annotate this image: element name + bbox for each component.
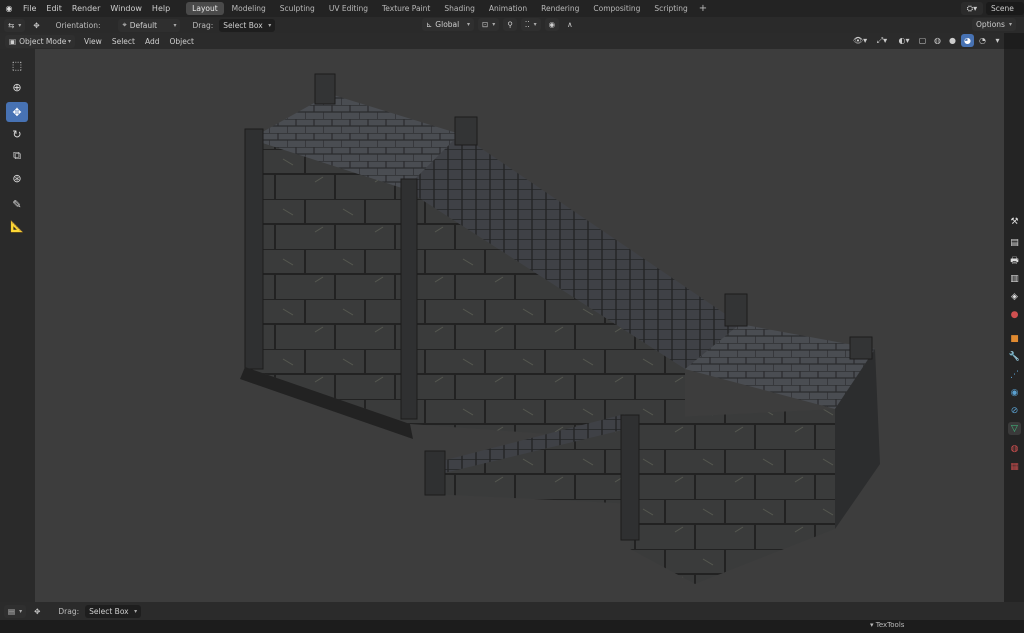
rendered-shading-icon[interactable]: ◔: [976, 34, 989, 47]
menu-object[interactable]: Object: [164, 37, 198, 46]
snap-target-icon[interactable]: ⁚⁚ ▾: [520, 18, 541, 31]
menu-select[interactable]: Select: [107, 37, 140, 46]
drag-label: Drag:: [192, 20, 214, 30]
viewport-shading-controls: 👁▾ ⤢▾ ◐▾ ▢ ◍ ● ◕ ◔ ▾: [850, 34, 1004, 47]
tab-rendering[interactable]: Rendering: [535, 2, 585, 15]
falloff-icon[interactable]: ∧: [563, 18, 577, 31]
options-dropdown[interactable]: Options ▾: [972, 18, 1016, 31]
view-layer-icon[interactable]: ▥: [1008, 272, 1021, 285]
visibility-icon[interactable]: 👁▾: [850, 34, 870, 47]
stone-staircase-model: [240, 73, 880, 584]
scene-selector: ⛭▾ Scene: [961, 2, 1024, 15]
blender-logo-icon[interactable]: ◉: [0, 0, 18, 17]
editor-type-icon[interactable]: ⇆ ▾: [4, 18, 26, 32]
tool-shelf: ⬚ ⊕ ✥ ↻ ⧉ ⊛ ✎ 📐: [0, 49, 35, 602]
data-icon[interactable]: ▽: [1008, 422, 1021, 435]
constraints-icon[interactable]: ⊘: [1008, 404, 1021, 417]
orientation-axes-icon: ⌖: [122, 20, 127, 29]
scene-name-field[interactable]: Scene: [986, 2, 1024, 15]
measure-icon[interactable]: 📐: [6, 216, 28, 236]
menu-help[interactable]: Help: [147, 0, 175, 17]
cursor-icon[interactable]: ⊕: [6, 77, 28, 97]
textools-label: TexTools: [875, 621, 905, 629]
move-tool-icon[interactable]: ✥: [29, 19, 43, 32]
menu-view[interactable]: View: [79, 37, 107, 46]
bottom-tool-header: ▤ ▾ ✥ Drag: Select Box ▾: [0, 602, 1024, 620]
shading-options-icon[interactable]: ▾: [991, 34, 1004, 47]
tab-animation[interactable]: Animation: [483, 2, 533, 15]
bottom-move-tool-icon[interactable]: ✥: [30, 605, 44, 618]
particles-icon[interactable]: ⋰: [1008, 368, 1021, 381]
tab-layout[interactable]: Layout: [186, 2, 224, 15]
xray-icon[interactable]: ▢: [916, 34, 929, 47]
rotate-icon[interactable]: ↻: [6, 124, 28, 144]
3d-viewport[interactable]: [35, 49, 1004, 602]
wireframe-shading-icon[interactable]: ◍: [931, 34, 944, 47]
timeline-editor-icon[interactable]: ▤ ▾: [4, 604, 27, 618]
physics-icon[interactable]: ◉: [1008, 386, 1021, 399]
snap-toggle-icon[interactable]: ⚲: [503, 18, 517, 31]
transform-orientation-dropdown[interactable]: ⊾ Global ▾: [422, 18, 474, 31]
output-icon[interactable]: 🖶: [1008, 254, 1021, 267]
tab-sculpting[interactable]: Sculpting: [274, 2, 321, 15]
top-bar: ◉ File Edit Render Window Help Layout Mo…: [0, 0, 1024, 17]
bottom-drag-label: Drag:: [58, 606, 80, 616]
scene-properties-icon[interactable]: ◈: [1008, 290, 1021, 303]
add-workspace-icon[interactable]: +: [695, 3, 711, 14]
drag-dropdown[interactable]: Select Box ▾: [219, 18, 276, 32]
drag-value: Select Box: [223, 20, 263, 30]
menu-edit[interactable]: Edit: [41, 0, 67, 17]
modifier-icon[interactable]: 🔧: [1008, 350, 1021, 363]
orientation-value: Default: [129, 20, 158, 30]
transform-orientation-value: Global: [435, 20, 460, 29]
menu-window[interactable]: Window: [105, 0, 147, 17]
material-icon[interactable]: ◍: [1008, 442, 1021, 455]
overlays-icon[interactable]: ◐▾: [894, 34, 914, 47]
mode-dropdown[interactable]: ▣ Object Mode ▾: [5, 34, 75, 48]
pivot-point-icon[interactable]: ⊡ ▾: [478, 18, 500, 31]
annotate-icon[interactable]: ✎: [6, 194, 28, 214]
orientation-label: Orientation:: [55, 20, 101, 30]
tab-uv-editing[interactable]: UV Editing: [323, 2, 374, 15]
select-box-icon[interactable]: ⬚: [6, 55, 28, 75]
gizmo-icon[interactable]: ⤢▾: [872, 34, 892, 47]
menu-add[interactable]: Add: [140, 37, 165, 46]
texture-icon[interactable]: ▦: [1008, 460, 1021, 473]
properties-tabs: ⚒ ▤ 🖶 ▥ ◈ ● ■ 🔧 ⋰ ◉ ⊘ ▽ ◍ ▦: [1004, 49, 1024, 602]
tool-icon[interactable]: ⚒: [1008, 215, 1021, 228]
menu-render[interactable]: Render: [67, 0, 105, 17]
mode-value: Object Mode: [19, 36, 67, 46]
world-icon[interactable]: ●: [1008, 308, 1021, 321]
transform-icon[interactable]: ⊛: [6, 168, 28, 188]
bottom-drag-dropdown[interactable]: Select Box ▾: [85, 604, 142, 618]
orientation-dropdown[interactable]: ⌖ Default ▾: [118, 18, 181, 32]
tab-compositing[interactable]: Compositing: [587, 2, 646, 15]
proportional-edit-icon[interactable]: ◉: [544, 18, 560, 31]
scale-icon[interactable]: ⧉: [6, 146, 28, 166]
tab-shading[interactable]: Shading: [438, 2, 480, 15]
textools-panel-header[interactable]: ▾ TexTools: [870, 621, 904, 629]
scene-icon[interactable]: ⛭▾: [961, 2, 983, 15]
object-mode-icon: ▣: [9, 36, 17, 46]
solid-shading-icon[interactable]: ●: [946, 34, 959, 47]
tab-scripting[interactable]: Scripting: [648, 2, 693, 15]
viewport-header: ▣ Object Mode ▾ View Select Add Object 👁…: [0, 33, 1004, 49]
tool-settings-header: ⇆ ▾ ✥ Orientation: ⌖ Default ▾ Drag: Sele…: [0, 17, 1024, 33]
tab-modeling[interactable]: Modeling: [226, 2, 272, 15]
menu-file[interactable]: File: [18, 0, 41, 17]
material-preview-icon[interactable]: ◕: [961, 34, 974, 47]
move-icon[interactable]: ✥: [6, 102, 28, 122]
tab-texture-paint[interactable]: Texture Paint: [376, 2, 436, 15]
object-icon[interactable]: ■: [1008, 332, 1021, 345]
global-axes-icon: ⊾: [426, 20, 433, 29]
bottom-drag-value: Select Box: [89, 606, 129, 616]
options-label: Options: [976, 20, 1005, 29]
render-icon[interactable]: ▤: [1008, 236, 1021, 249]
